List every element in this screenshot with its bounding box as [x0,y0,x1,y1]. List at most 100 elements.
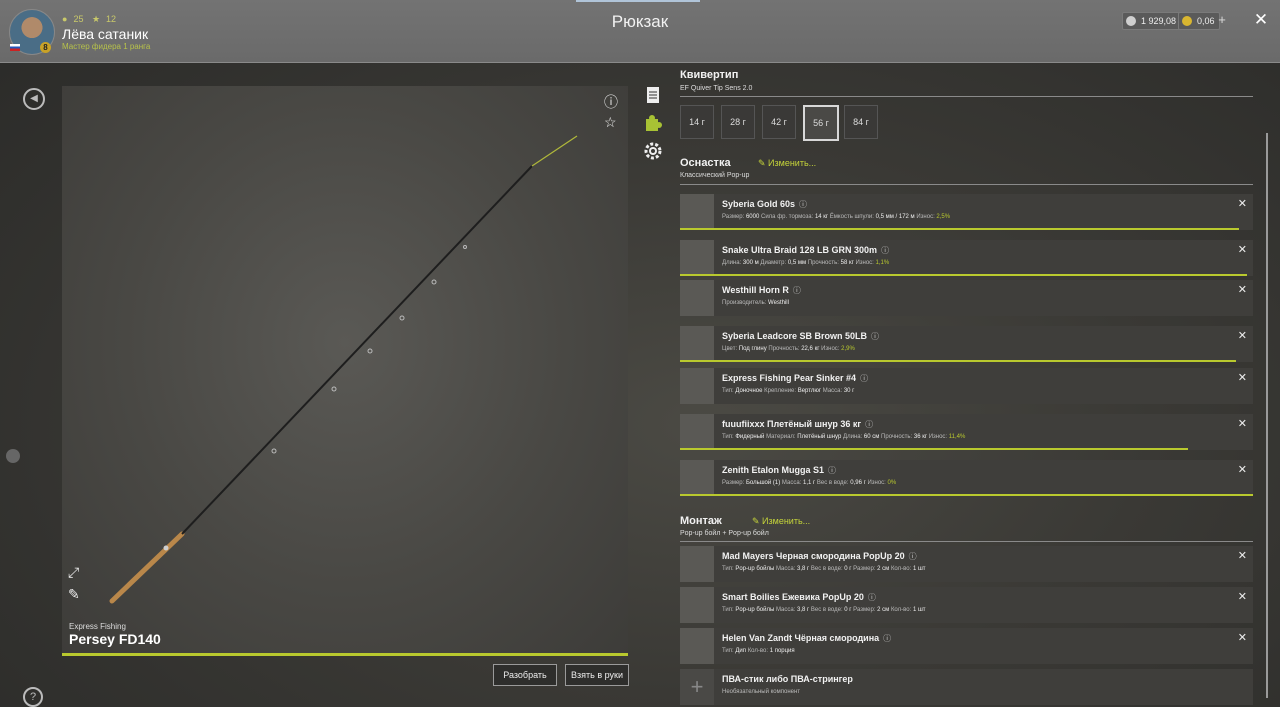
item-name: Syberia Leadcore SB Brown 50LB ⓘ [722,331,880,341]
equipment-item[interactable]: + ПВА-стик либо ПВА-стрингер Необязательны… [680,669,1253,705]
info-icon[interactable]: ⓘ [881,246,889,255]
equipment-item[interactable]: Snake Ultra Braid 128 LB GRN 300m ⓘ Длина:… [680,240,1253,276]
friend-avatar[interactable] [6,449,20,463]
remove-item-icon[interactable]: ✕ [1238,329,1247,342]
equipment-item[interactable]: Syberia Gold 60s ⓘ Размер: 6000 Сила фр. т… [680,194,1253,230]
info-icon[interactable]: ⓘ [793,286,801,295]
detail-label: Тип: [722,566,736,572]
weight-button-28[interactable]: 28 г [721,105,755,139]
detail-value: 0,96 г [850,480,866,486]
info-icon[interactable]: ⓘ [871,332,879,341]
detail-label: Производитель: [722,300,769,306]
info-icon[interactable]: ⓘ [799,200,807,209]
disassemble-button[interactable]: Разобрать [493,664,557,686]
detail-label: Тип: [722,648,736,654]
rod-preview[interactable] [62,86,628,656]
detail-value: 0,5 мм / 172 м [875,214,915,220]
scrollbar[interactable] [1266,133,1268,698]
detail-label: Ёмкость шпули: [829,214,876,220]
montage-title: Монтаж [680,515,722,527]
equipment-item[interactable]: Express Fishing Pear Sinker #4 ⓘ Тип: Доно… [680,368,1253,404]
detail-label: Длина: [722,260,743,266]
remove-item-icon[interactable]: ✕ [1238,283,1247,296]
help-icon[interactable]: ? [23,687,43,707]
weight-button-14[interactable]: 14 г [680,105,714,139]
expand-icon[interactable]: ⤢ [68,564,79,581]
info-icon[interactable]: ⓘ [604,92,618,112]
wear-bar [680,228,1239,230]
remove-item-icon[interactable]: ✕ [1238,371,1247,384]
player-title: Мастер фидера 1 ранга [62,42,151,51]
detail-label: Цвет: [722,346,739,352]
montage-subtitle: Pop-up бойл + Pop-up бойл [680,530,769,537]
back-icon[interactable]: ◀ [23,88,45,110]
edit-icon: ✎ [758,158,769,168]
wear-bar [680,448,1188,450]
item-details: Цвет: Под глину Прочность: 22,6 кг Износ… [722,346,855,352]
remove-item-icon[interactable]: ✕ [1238,631,1247,644]
item-details: Тип: Фидерный Материал: Плетёный шнур Дл… [722,434,965,440]
info-icon[interactable]: ⓘ [883,634,891,643]
remove-item-icon[interactable]: ✕ [1238,590,1247,603]
info-icon[interactable]: ⓘ [860,374,868,383]
detail-value: 1 шт [912,607,926,613]
info-icon[interactable]: ⓘ [868,593,876,602]
remove-item-icon[interactable]: ✕ [1238,549,1247,562]
detail-value: 2,5% [936,214,951,220]
detail-label: Масса: [775,566,798,572]
rig-edit-link[interactable]: ✎ Изменить... [758,158,816,169]
detail-value: Большой (1) [745,480,781,486]
top-bar: 8 ● 25 ★ 12 Лёва сатаник Мастер фидера 1 р… [0,0,1280,63]
info-icon[interactable]: ⓘ [865,420,873,429]
equipment-item[interactable]: fuuufiixxx Плетёный шнур 36 кг ⓘ Тип: Фиде… [680,414,1253,450]
item-thumbnail-icon [680,460,714,496]
info-icon[interactable]: ⓘ [909,552,917,561]
gear-icon[interactable] [644,142,662,160]
detail-label: Масса: [822,388,844,394]
equipment-item[interactable]: Westhill Horn Rⓘ Производитель: Westhill ✕ [680,280,1253,316]
gold-currency: 0,06 [1178,12,1220,30]
puzzle-icon[interactable] [644,114,662,132]
equipment-item[interactable]: Helen Van Zandt Чёрная смородина ⓘ Тип: Ди… [680,628,1253,664]
remove-item-icon[interactable]: ✕ [1238,243,1247,256]
info-icon[interactable]: ⓘ [828,466,836,475]
detail-label: Прочность: [881,434,914,440]
divider [680,184,1253,185]
quivertip-name: EF Quiver Tip Sens 2.0 [680,85,753,92]
wear-bar [680,360,1237,362]
remove-item-icon[interactable]: ✕ [1238,463,1247,476]
detail-value: 36 кг [913,434,928,440]
take-in-hands-button[interactable]: Взять в руки [565,664,629,686]
add-currency-button[interactable]: + [1215,12,1229,28]
item-thumbnail-icon [680,194,714,230]
item-thumbnail-icon [680,414,714,450]
close-icon[interactable]: ✕ [1251,10,1271,30]
montage-edit-link[interactable]: ✎ Изменить... [752,516,810,527]
detail-label: Материал: [766,434,798,440]
silver-coin-icon [1126,16,1136,26]
equipment-item[interactable]: Zenith Etalon Mugga S1 ⓘ Размер: Большой (… [680,460,1253,496]
detail-value: Вертлюг [797,388,822,394]
equipment-item[interactable]: Smart Boilies Ежевика PopUp 20 ⓘ Тип: Pop-… [680,587,1253,623]
detail-value: 1 шт [912,566,926,572]
star-icon[interactable]: ☆ [604,114,617,131]
detail-label: Диаметр: [760,260,788,266]
item-thumbnail-icon [680,240,714,276]
weight-button-56[interactable]: 56 г [803,105,839,141]
equipment-item[interactable]: Syberia Leadcore SB Brown 50LB ⓘ Цвет: Под… [680,326,1253,362]
detail-label: Сила фр. тормоза: [761,214,815,220]
brush-icon[interactable]: ✎ [68,586,80,603]
item-details: Длина: 300 м Диаметр: 0,5 мм Прочность: … [722,260,889,266]
item-details: Тип: Pop-up бойлы Масса: 3,8 г Вес в вод… [722,566,926,572]
item-name: fuuufiixxx Плетёный шнур 36 кг ⓘ [722,419,874,429]
remove-item-icon[interactable]: ✕ [1238,417,1247,430]
document-icon[interactable] [644,86,662,104]
remove-item-icon[interactable]: ✕ [1238,197,1247,210]
weight-button-84[interactable]: 84 г [844,105,878,139]
weight-button-42[interactable]: 42 г [762,105,796,139]
detail-label: Вес в воде: [810,566,845,572]
detail-value: 14 кг [814,214,829,220]
equipment-item[interactable]: Mad Mayers Черная смородина PopUp 20 ⓘ Тип… [680,546,1253,582]
item-thumbnail-icon [680,326,714,362]
item-details: Размер: Большой (1) Масса: 1,1 г Вес в в… [722,480,896,486]
